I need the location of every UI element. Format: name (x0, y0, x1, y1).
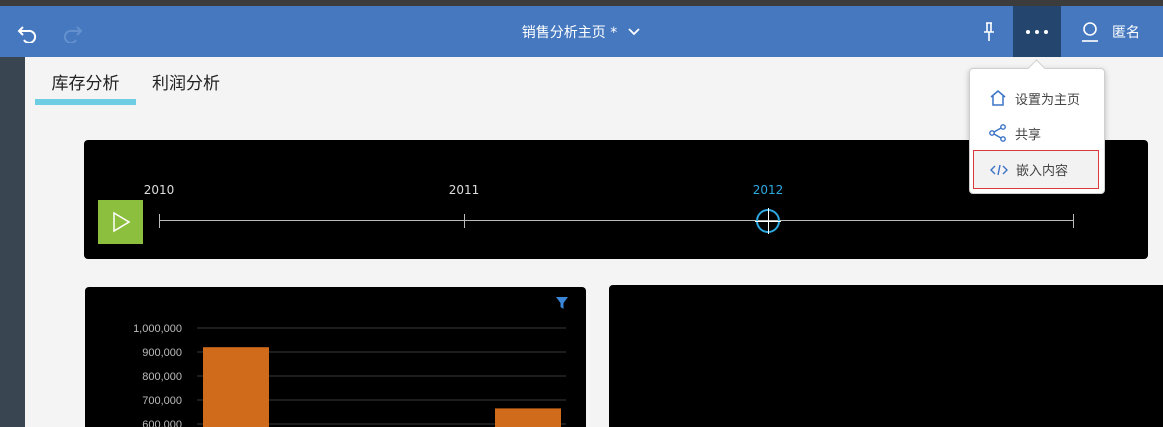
play-icon (112, 211, 130, 233)
menu-item-label: 设置为主页 (1015, 92, 1081, 108)
more-options-button[interactable] (1013, 6, 1061, 57)
timeline-track[interactable] (159, 220, 1074, 221)
menu-item-label: 共享 (1015, 127, 1042, 143)
timeline-tick (1073, 214, 1074, 228)
code-icon (990, 164, 1008, 175)
chevron-down-icon (628, 27, 640, 35)
user-menu-button[interactable]: 匿名 (1080, 6, 1150, 57)
timeline-year-label: 2011 (448, 183, 480, 197)
menu-item-embed[interactable]: 嵌入内容 (973, 150, 1099, 189)
page-title[interactable]: 销售分析主页 * (522, 22, 617, 42)
timeline-year-label-selected: 2012 (752, 183, 784, 197)
timeline-tick (159, 214, 160, 228)
redo-icon (63, 25, 83, 43)
share-icon (989, 124, 1006, 142)
user-icon (1082, 21, 1098, 42)
y-tick-label: 800,000 (142, 371, 182, 383)
menu-item-label: 嵌入内容 (1016, 164, 1069, 179)
pin-button[interactable] (976, 6, 1002, 57)
y-tick-label: 700,000 (142, 395, 182, 407)
bar-chart: 1,000,000 900,000 800,000 700,000 600,000 (133, 323, 566, 427)
title-dropdown-button[interactable] (627, 27, 641, 37)
home-icon (990, 90, 1006, 106)
user-name: 匿名 (1112, 24, 1140, 41)
timeline-tick (464, 214, 465, 228)
filter-icon[interactable] (555, 296, 569, 310)
undo-icon (17, 25, 37, 43)
menu-item-share[interactable]: 共享 (973, 115, 1099, 151)
more-options-menu: 设置为主页 共享 嵌入内容 (969, 68, 1105, 194)
y-tick-label: 900,000 (142, 347, 182, 359)
tab-inventory-analysis[interactable]: 库存分析 (35, 57, 136, 105)
timeline-year-label: 2010 (143, 183, 175, 197)
undo-button[interactable] (10, 6, 44, 57)
y-tick-label: 600,000 (142, 419, 182, 427)
redo-button[interactable] (56, 6, 90, 57)
ellipsis-icon (1026, 29, 1048, 34)
y-tick-label: 1,000,000 (133, 323, 182, 335)
timeline-handle[interactable] (755, 208, 781, 234)
bar-chart-panel: 1,000,000 900,000 800,000 700,000 600,000 (85, 287, 586, 427)
bar[interactable] (495, 408, 561, 427)
top-bar: 销售分析主页 * 匿名 (0, 0, 1163, 57)
play-button[interactable] (98, 200, 143, 244)
side-rail (0, 57, 25, 427)
menu-item-set-home[interactable]: 设置为主页 (973, 80, 1099, 116)
right-panel (609, 285, 1163, 427)
tab-profit-analysis[interactable]: 利润分析 (152, 57, 220, 105)
bar[interactable] (203, 347, 269, 427)
pin-icon (984, 21, 994, 41)
